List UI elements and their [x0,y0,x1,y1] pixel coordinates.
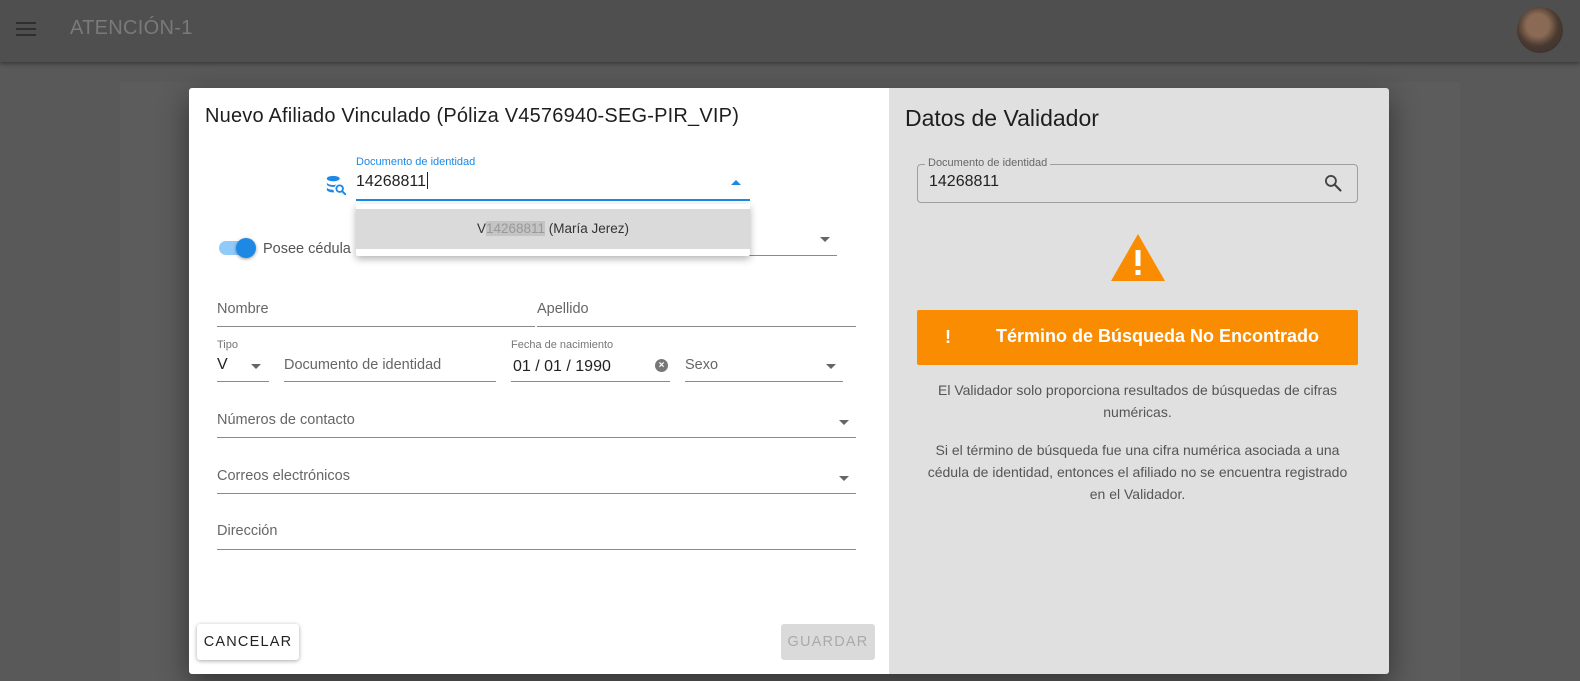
nombre-underline [217,326,535,327]
tipo-select[interactable]: V [217,356,228,374]
top-app-bar: ATENCIÓN-1 [0,0,1580,62]
database-search-icon[interactable] [325,174,347,196]
validator-doc-label: Documento de identidad [925,157,1051,169]
sexo-select[interactable]: Sexo [685,357,718,373]
doc-search-underline [356,199,750,201]
apellido-field[interactable]: Apellido [537,301,589,317]
chevron-up-icon[interactable] [731,180,741,185]
documento-underline [284,381,496,382]
validator-info-1: El Validador solo proporciona resultados… [938,382,1337,420]
doc-search-input[interactable]: 14268811 [356,172,428,191]
validator-pane: Datos de Validador Documento de identida… [889,88,1389,674]
has-id-label: Posee cédula [263,241,351,257]
app-title: ATENCIÓN-1 [70,17,193,39]
correos-field[interactable]: Correos electrónicos [217,468,350,484]
chevron-down-icon[interactable] [251,364,261,369]
doc-search-value: 14268811 [356,173,426,190]
text-cursor [427,172,428,189]
new-affiliate-dialog: Nuevo Afiliado Vinculado (Póliza V457694… [189,88,1389,674]
toggle-knob[interactable] [236,238,256,258]
contacto-underline [217,437,856,438]
autocomplete-option[interactable]: V14268811 (María Jerez) [356,209,750,249]
autocomplete-dropdown: V14268811 (María Jerez) [356,204,750,256]
chevron-down-icon[interactable] [839,476,849,481]
fecha-input[interactable]: 01 / 01 / 1990 [513,358,611,376]
tipo-label: Tipo [217,339,238,351]
select-underline [749,255,837,256]
cancel-button[interactable]: CANCELAR [197,624,299,660]
correos-underline [217,493,856,494]
save-button[interactable]: GUARDAR [781,624,875,660]
not-found-alert: ! Término de Búsqueda No Encontrado [917,310,1358,365]
warning-icon [1111,234,1165,281]
dialog-title: Nuevo Afiliado Vinculado (Póliza V457694… [205,105,740,127]
chevron-down-icon[interactable] [820,237,830,242]
contacto-field[interactable]: Números de contacto [217,412,355,428]
option-prefix: V [476,221,486,236]
direccion-field[interactable]: Dirección [217,523,277,539]
validator-title: Datos de Validador [905,105,1099,131]
nombre-field[interactable]: Nombre [217,301,269,317]
clear-icon[interactable]: × [655,359,668,372]
option-name: (María Jerez) [545,221,630,236]
chevron-down-icon[interactable] [826,364,836,369]
sexo-underline [685,381,843,382]
tipo-underline [217,381,269,382]
documento-field[interactable]: Documento de identidad [284,357,441,373]
alert-text: Término de Búsqueda No Encontrado [995,326,1320,346]
apellido-underline [537,326,856,327]
fecha-underline [511,381,670,382]
option-match-highlight: 14268811 [485,221,546,236]
chevron-down-icon[interactable] [839,420,849,425]
fecha-label: Fecha de nacimiento [511,339,614,351]
search-icon[interactable] [1323,173,1343,193]
hamburger-menu-icon[interactable] [16,22,36,38]
affiliate-form-pane: Nuevo Afiliado Vinculado (Póliza V457694… [189,88,889,674]
direccion-underline [217,549,856,550]
validator-info-2: Si el término de búsqueda fue una cifra … [927,442,1348,502]
user-avatar[interactable] [1517,7,1563,53]
doc-search-label: Documento de identidad [356,156,476,168]
validator-doc-value: 14268811 [929,173,999,190]
